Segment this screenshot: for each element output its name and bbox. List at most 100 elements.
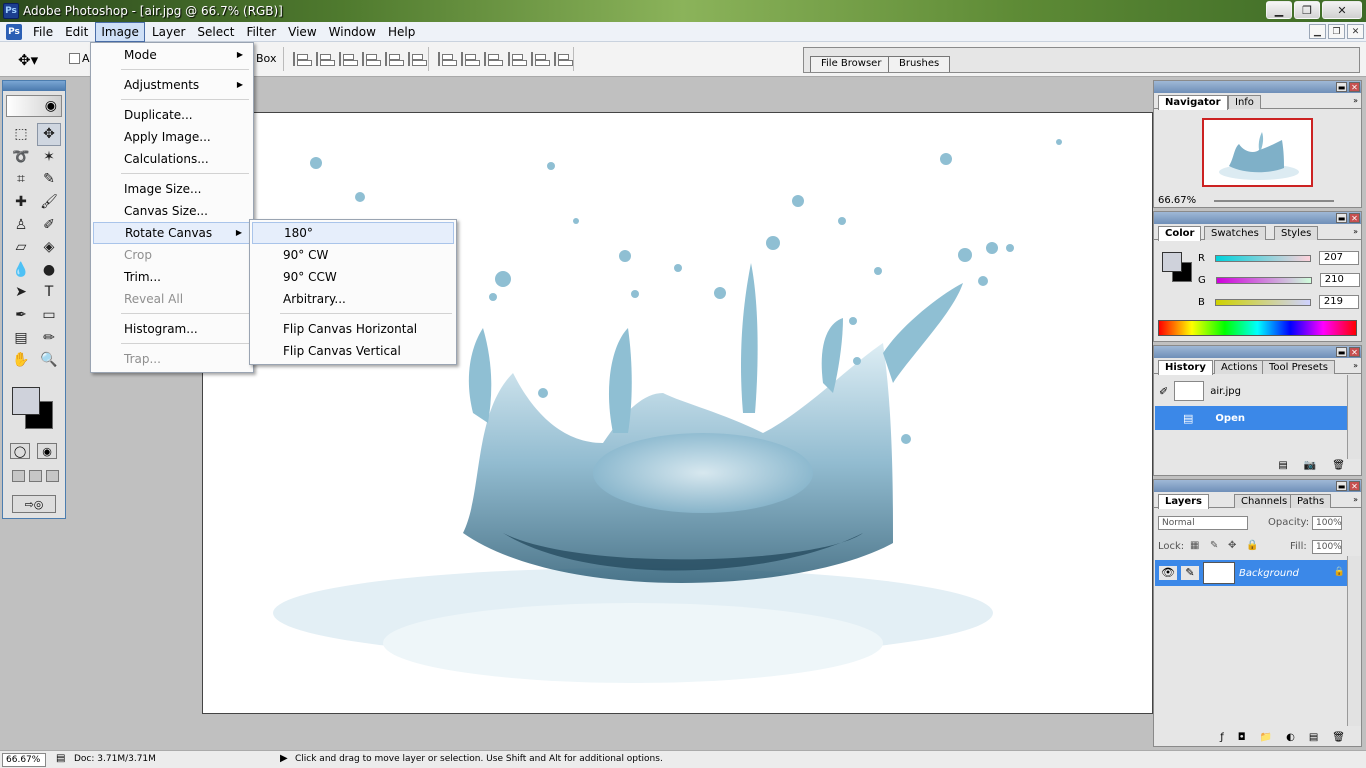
notes-tool-icon[interactable]: ▤ bbox=[9, 326, 33, 349]
menu-item-adjustments[interactable]: Adjustments ▶ bbox=[93, 74, 251, 96]
distribute-right-icon[interactable] bbox=[554, 52, 573, 66]
align-right-icon[interactable] bbox=[408, 52, 427, 66]
document-canvas[interactable] bbox=[202, 112, 1153, 714]
tab-color[interactable]: Color bbox=[1158, 226, 1202, 241]
full-screen-mode-icon[interactable] bbox=[46, 470, 59, 482]
palette-minimize-icon[interactable]: ▬ bbox=[1336, 347, 1347, 357]
eyedropper-tool-icon[interactable]: ✏ bbox=[37, 326, 61, 349]
new-adjustment-layer-icon[interactable]: ◐ bbox=[1286, 732, 1295, 743]
tab-history[interactable]: History bbox=[1158, 360, 1213, 375]
menu-layer[interactable]: Layer bbox=[147, 23, 190, 41]
menu-item-rotate-90-ccw[interactable]: 90° CCW bbox=[252, 266, 454, 288]
palette-title-bar[interactable]: ▬ ✕ bbox=[1154, 81, 1361, 93]
palette-title-bar[interactable]: ▬ ✕ bbox=[1154, 346, 1361, 358]
menu-item-rotate-90-cw[interactable]: 90° CW bbox=[252, 244, 454, 266]
new-snapshot-icon[interactable]: 📷 bbox=[1304, 460, 1316, 471]
toolbox-title-bar[interactable] bbox=[3, 81, 65, 91]
menu-item-canvas-size[interactable]: Canvas Size... bbox=[93, 200, 251, 222]
palette-close-icon[interactable]: ✕ bbox=[1349, 213, 1360, 223]
lock-all-icon[interactable]: 🔒 bbox=[1246, 540, 1258, 551]
photoshop-app-icon[interactable]: Ps bbox=[3, 3, 19, 19]
distribute-left-icon[interactable] bbox=[508, 52, 527, 66]
menu-item-calculations[interactable]: Calculations... bbox=[93, 148, 251, 170]
menu-filter[interactable]: Filter bbox=[241, 23, 281, 41]
align-left-icon[interactable] bbox=[362, 52, 381, 66]
marquee-tool-icon[interactable]: ⬚ bbox=[9, 123, 33, 146]
navigator-zoom-slider[interactable] bbox=[1214, 200, 1334, 202]
magic-wand-tool-icon[interactable]: ✶ bbox=[37, 146, 61, 169]
menu-item-rotate-180[interactable]: 180° bbox=[252, 222, 454, 244]
distribute-hcenter-icon[interactable] bbox=[531, 52, 550, 66]
healing-brush-tool-icon[interactable]: ✚ bbox=[9, 191, 33, 214]
crop-tool-icon[interactable]: ⌗ bbox=[9, 168, 33, 191]
tab-navigator[interactable]: Navigator bbox=[1158, 95, 1228, 110]
lasso-tool-icon[interactable]: ➰ bbox=[9, 146, 33, 169]
menu-file[interactable]: File bbox=[28, 23, 58, 41]
adobe-online-logo[interactable]: ◉ bbox=[6, 95, 62, 117]
clone-stamp-tool-icon[interactable]: ♙ bbox=[9, 213, 33, 236]
palette-menu-icon[interactable]: » bbox=[1353, 96, 1358, 105]
history-snapshot[interactable]: ✐ air.jpg bbox=[1155, 379, 1347, 403]
standard-screen-mode-icon[interactable] bbox=[12, 470, 25, 482]
menu-help[interactable]: Help bbox=[383, 23, 420, 41]
tab-swatches[interactable]: Swatches bbox=[1204, 226, 1266, 240]
layer-brush-icon[interactable]: ✎ bbox=[1181, 566, 1199, 580]
layer-name[interactable]: Background bbox=[1239, 568, 1299, 579]
menu-item-rotate-canvas[interactable]: Rotate Canvas ▶ bbox=[93, 222, 251, 244]
palette-title-bar[interactable]: ▬ ✕ bbox=[1154, 212, 1361, 224]
menu-item-apply-image[interactable]: Apply Image... bbox=[93, 126, 251, 148]
brushes-tab[interactable]: Brushes bbox=[888, 56, 951, 72]
eraser-tool-icon[interactable]: ▱ bbox=[9, 236, 33, 259]
distribute-bottom-icon[interactable] bbox=[484, 52, 503, 66]
palette-menu-icon[interactable]: » bbox=[1353, 495, 1358, 504]
r-value-input[interactable]: 207 bbox=[1318, 251, 1359, 265]
navigator-thumbnail[interactable] bbox=[1202, 118, 1313, 187]
menu-item-duplicate[interactable]: Duplicate... bbox=[93, 104, 251, 126]
g-value-input[interactable]: 210 bbox=[1319, 273, 1360, 287]
type-tool-icon[interactable]: T bbox=[37, 281, 61, 304]
menu-item-flip-vertical[interactable]: Flip Canvas Vertical bbox=[252, 340, 454, 362]
status-doc-size[interactable]: Doc: 3.71M/3.71M bbox=[74, 754, 156, 764]
align-hcenter-icon[interactable] bbox=[385, 52, 404, 66]
history-scrollbar[interactable] bbox=[1347, 375, 1361, 459]
full-screen-menu-mode-icon[interactable] bbox=[29, 470, 42, 482]
menu-edit[interactable]: Edit bbox=[60, 23, 93, 41]
dodge-tool-icon[interactable]: ● bbox=[37, 259, 61, 282]
tab-info[interactable]: Info bbox=[1228, 95, 1261, 109]
add-layer-style-icon[interactable]: ƒ bbox=[1220, 732, 1224, 743]
add-mask-icon[interactable]: ◘ bbox=[1238, 732, 1246, 743]
delete-state-icon[interactable]: 🗑 bbox=[1332, 460, 1345, 471]
doc-minimize-button[interactable]: ▁ bbox=[1309, 24, 1326, 39]
file-browser-tab[interactable]: File Browser bbox=[810, 56, 893, 72]
menu-window[interactable]: Window bbox=[324, 23, 381, 41]
layer-row-background[interactable]: 👁 ✎ Background 🔒 bbox=[1155, 560, 1347, 586]
palette-minimize-icon[interactable]: ▬ bbox=[1336, 82, 1347, 92]
menu-select[interactable]: Select bbox=[192, 23, 239, 41]
menu-image[interactable]: Image bbox=[95, 21, 145, 42]
jump-to-imageready-icon[interactable]: ⇨◎ bbox=[12, 495, 56, 513]
status-zoom-input[interactable]: 66.67% bbox=[2, 753, 46, 767]
quick-mask-mode-icon[interactable]: ◉ bbox=[37, 443, 57, 459]
delete-layer-icon[interactable]: 🗑 bbox=[1332, 732, 1345, 743]
history-brush-tool-icon[interactable]: ✐ bbox=[37, 213, 61, 236]
tab-styles[interactable]: Styles bbox=[1274, 226, 1319, 240]
minimize-button[interactable]: ▁ bbox=[1266, 1, 1292, 19]
g-slider[interactable] bbox=[1215, 276, 1312, 284]
palette-minimize-icon[interactable]: ▬ bbox=[1336, 213, 1347, 223]
lock-image-icon[interactable]: ✎ bbox=[1210, 540, 1218, 551]
menu-item-mode[interactable]: Mode ▶ bbox=[93, 44, 251, 66]
color-spectrum-ramp[interactable] bbox=[1158, 320, 1357, 336]
status-menu-arrow-icon[interactable]: ▶ bbox=[280, 753, 288, 764]
new-document-from-state-icon[interactable]: ▤ bbox=[1278, 460, 1287, 471]
b-value-input[interactable]: 219 bbox=[1318, 295, 1359, 309]
zoom-tool-icon[interactable]: 🔍 bbox=[37, 349, 61, 372]
new-set-icon[interactable]: 📁 bbox=[1260, 732, 1272, 743]
opacity-input[interactable]: 100% bbox=[1312, 516, 1342, 530]
close-button[interactable]: ✕ bbox=[1322, 1, 1362, 19]
menu-item-trim[interactable]: Trim... bbox=[93, 266, 251, 288]
history-state-open[interactable]: ▤ Open bbox=[1155, 406, 1347, 430]
menu-item-histogram[interactable]: Histogram... bbox=[93, 318, 251, 340]
doc-restore-button[interactable]: ❐ bbox=[1328, 24, 1345, 39]
blur-tool-icon[interactable]: 💧 bbox=[9, 259, 33, 282]
foreground-color-swatch[interactable] bbox=[12, 387, 40, 415]
